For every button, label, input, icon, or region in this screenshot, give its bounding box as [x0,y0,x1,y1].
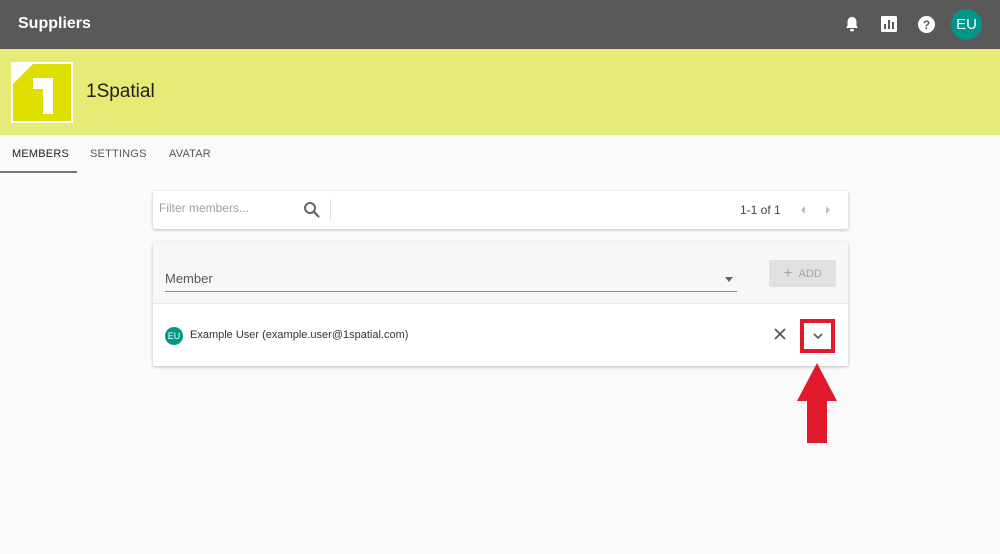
tab-bar: MEMBERS SETTINGS AVATAR [0,135,1000,173]
filter-toolbar: 1-1 of 1 [153,191,848,229]
org-banner: 1Spatial [0,49,1000,135]
dropdown-arrow-icon [725,277,733,282]
member-avatar: EU [165,327,183,345]
member-row: EU Example User (example.user@1spatial.c… [153,305,848,366]
chart-icon[interactable] [878,13,900,35]
remove-member-button[interactable] [771,325,789,343]
member-select-label: Member [165,271,213,286]
user-avatar[interactable]: EU [951,9,982,40]
filter-members-input[interactable] [159,201,299,215]
org-name: 1Spatial [86,81,155,102]
previous-page-icon[interactable] [796,202,810,218]
help-icon[interactable]: ? [915,13,937,35]
svg-text:?: ? [922,17,929,31]
add-button-label: ADD [798,267,822,280]
search-icon[interactable] [303,201,321,219]
plus-icon: + [783,264,793,282]
expand-member-button[interactable] [800,319,835,353]
member-select[interactable]: Member [165,268,737,292]
tab-settings[interactable]: SETTINGS [90,148,147,160]
next-page-icon[interactable] [821,202,835,218]
org-logo [11,62,73,123]
member-name: Example User (example.user@1spatial.com) [190,329,409,341]
tab-members[interactable]: MEMBERS [12,148,69,160]
add-member-row: Member + ADD [153,242,848,304]
active-tab-indicator [0,171,77,173]
bell-icon[interactable] [841,13,863,35]
close-icon [774,328,786,340]
top-app-bar: Suppliers ? EU [0,0,1000,49]
filter-divider [330,199,331,221]
members-card: Member + ADD EU Example User (example.us… [153,242,848,366]
app-title: Suppliers [18,15,91,32]
pagination-label: 1-1 of 1 [740,203,781,217]
chevron-down-icon [812,333,823,340]
tab-avatar[interactable]: AVATAR [169,148,211,160]
annotation-arrow [797,363,837,443]
add-member-button[interactable]: + ADD [769,260,836,287]
